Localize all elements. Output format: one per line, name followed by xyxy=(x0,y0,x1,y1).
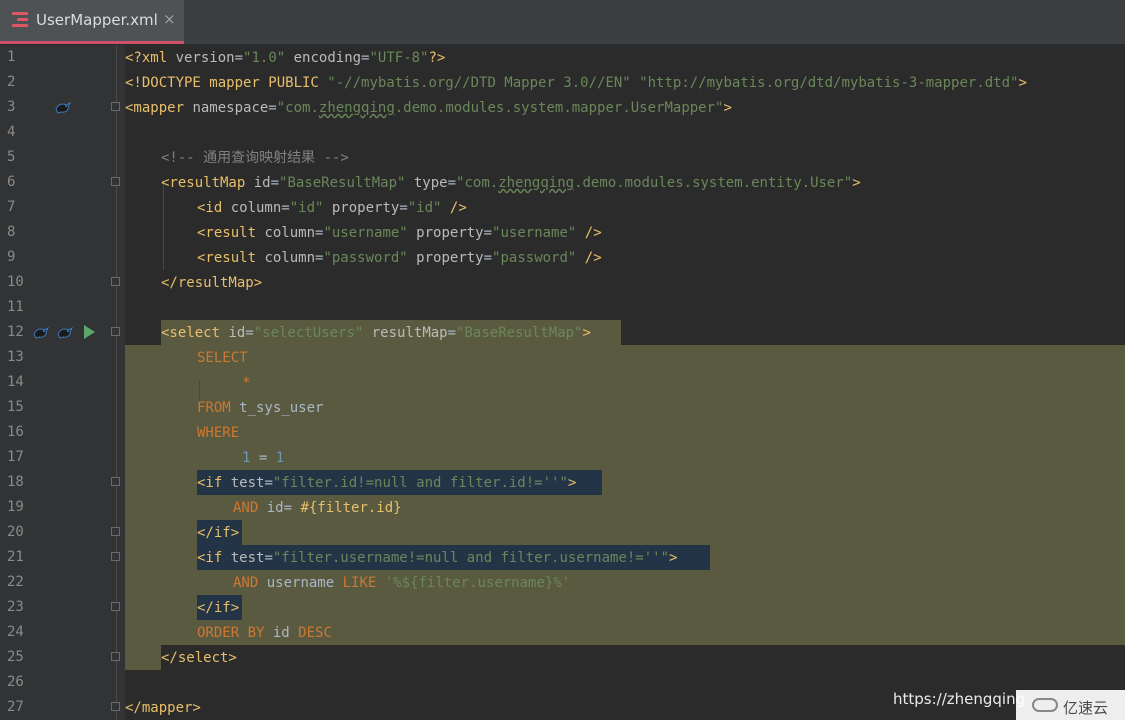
fold-marker[interactable] xyxy=(111,652,120,661)
line-number: 1 xyxy=(7,49,16,65)
line-number: 4 xyxy=(7,124,16,140)
tab-usermapper-xml[interactable]: UserMapper.xml × xyxy=(0,0,184,44)
code-line: WHERE xyxy=(197,425,240,441)
fold-marker[interactable] xyxy=(111,177,120,186)
mybatis-bird-icon[interactable] xyxy=(55,100,71,114)
code-line: <if test="filter.username!=null and filt… xyxy=(197,550,678,566)
fold-marker[interactable] xyxy=(111,702,120,711)
code-line: AND username LIKE '%${filter.username}%' xyxy=(233,575,571,591)
line-number: 8 xyxy=(7,224,16,240)
fold-marker[interactable] xyxy=(111,552,120,561)
line-number: 14 xyxy=(7,374,24,390)
line-number: 24 xyxy=(7,624,24,640)
mybatis-bird-icon[interactable] xyxy=(33,325,49,339)
code-line: <result column="username" property="user… xyxy=(197,225,602,241)
code-editor[interactable]: 1 2 3 4 5 6 7 8 9 10 11 12 13 14 15 16 1… xyxy=(0,45,1125,720)
fold-marker[interactable] xyxy=(111,602,120,611)
code-line: <id column="id" property="id" /> xyxy=(197,200,467,216)
fold-marker[interactable] xyxy=(111,327,120,336)
fold-marker[interactable] xyxy=(111,102,120,111)
line-number: 25 xyxy=(7,649,24,665)
code-line: </mapper> xyxy=(125,700,201,716)
line-number: 10 xyxy=(7,274,24,290)
code-line: AND id= #{filter.id} xyxy=(233,500,402,516)
editor-tab-bar: UserMapper.xml × xyxy=(0,0,1125,44)
line-number: 20 xyxy=(7,524,24,540)
mybatis-bird-icon[interactable] xyxy=(57,325,73,339)
code-line: 1 = 1 xyxy=(242,450,285,466)
line-number: 21 xyxy=(7,549,24,565)
line-number: 26 xyxy=(7,674,24,690)
fold-marker[interactable] xyxy=(111,477,120,486)
code-line: ORDER BY id DESC xyxy=(197,625,332,641)
code-line: </if> xyxy=(197,525,240,541)
code-line: </select> xyxy=(161,650,237,666)
line-number: 7 xyxy=(7,199,16,215)
line-number: 18 xyxy=(7,474,24,490)
code-line: <select id="selectUsers" resultMap="Base… xyxy=(161,325,591,341)
code-line: SELECT xyxy=(197,350,248,366)
code-line: FROM t_sys_user xyxy=(197,400,324,416)
line-number: 6 xyxy=(7,174,16,190)
xml-file-icon xyxy=(12,12,30,30)
fold-marker[interactable] xyxy=(111,527,120,536)
line-number: 15 xyxy=(7,399,24,415)
fold-marker[interactable] xyxy=(111,277,120,286)
code-line: * xyxy=(242,375,251,391)
code-line: <mapper namespace="com.zhengqing.demo.mo… xyxy=(125,100,732,116)
line-number: 19 xyxy=(7,499,24,515)
line-number: 5 xyxy=(7,149,16,165)
line-number: 22 xyxy=(7,574,24,590)
line-number: 11 xyxy=(7,299,24,315)
watermark-logo-text: 亿速云 xyxy=(1063,699,1109,717)
line-number: 27 xyxy=(7,699,24,715)
close-icon[interactable]: × xyxy=(163,10,176,28)
code-line: </resultMap> xyxy=(161,275,263,291)
code-line: <if test="filter.id!=null and filter.id!… xyxy=(197,475,577,491)
line-number: 16 xyxy=(7,424,24,440)
run-icon[interactable] xyxy=(84,325,95,339)
code-line: <resultMap id="BaseResultMap" type="com.… xyxy=(161,175,861,191)
line-number: 3 xyxy=(7,99,16,115)
line-number: 9 xyxy=(7,249,16,265)
code-line: <?xml version="1.0" encoding="UTF-8"?> xyxy=(125,50,446,66)
code-line: </if> xyxy=(197,600,240,616)
line-number: 2 xyxy=(7,74,16,90)
line-number: 17 xyxy=(7,449,24,465)
line-number: 13 xyxy=(7,349,24,365)
line-number: 12 xyxy=(7,324,24,340)
code-line: <!DOCTYPE mapper PUBLIC "-//mybatis.org/… xyxy=(125,75,1027,91)
line-number: 23 xyxy=(7,599,24,615)
watermark-url: https://zhengqing xyxy=(893,690,1026,708)
tab-title: UserMapper.xml xyxy=(36,11,158,29)
code-line: <!-- 通用查询映射结果 --> xyxy=(161,150,349,166)
cloud-icon xyxy=(1032,698,1058,712)
code-line: <result column="password" property="pass… xyxy=(197,250,602,266)
